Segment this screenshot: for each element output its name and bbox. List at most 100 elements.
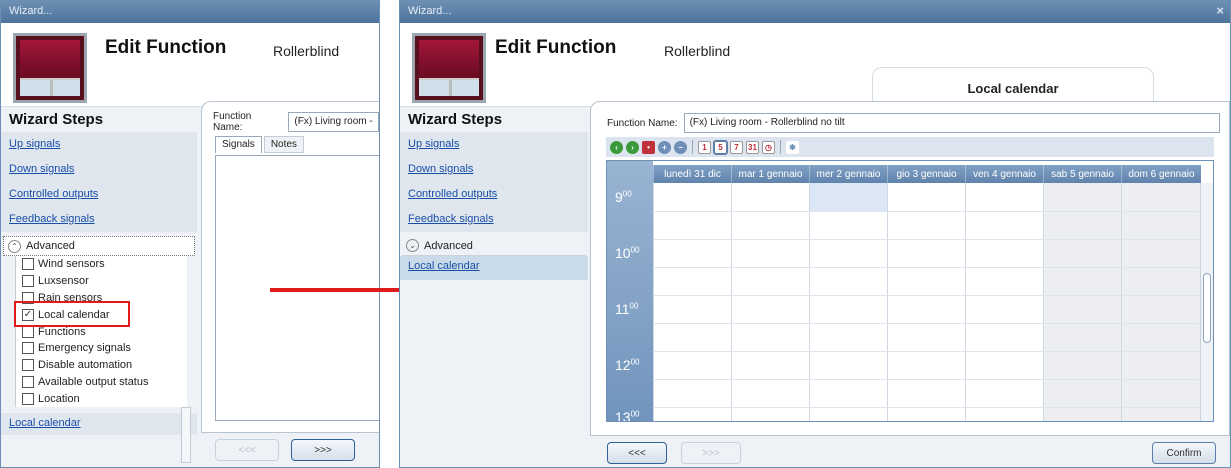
checkbox-icon[interactable] xyxy=(22,325,34,338)
next-button[interactable]: >>> xyxy=(681,442,741,464)
window-title: Wizard... xyxy=(408,5,452,17)
day-column[interactable] xyxy=(653,183,731,421)
function-tabs: Signals Notes xyxy=(215,136,304,153)
advanced-label: Advanced xyxy=(26,240,75,252)
day-column[interactable] xyxy=(965,183,1043,421)
step-up-signals[interactable]: Up signals xyxy=(1,132,197,157)
wizard-steps-title: Wizard Steps xyxy=(9,111,104,128)
step-feedback-signals[interactable]: Feedback signals xyxy=(400,207,588,232)
step-down-signals[interactable]: Down signals xyxy=(400,157,588,182)
function-name-label: Function Name: xyxy=(607,117,678,129)
checkbox-icon[interactable] xyxy=(22,392,34,405)
option-emergency-signals[interactable]: Emergency signals xyxy=(16,340,187,357)
page-title: Edit Function xyxy=(105,37,227,58)
day-header[interactable]: gio 3 gennaio xyxy=(887,165,965,183)
day-column[interactable] xyxy=(731,183,809,421)
advanced-toggle[interactable]: ⌃ Advanced xyxy=(3,236,195,256)
step-controlled-outputs[interactable]: Controlled outputs xyxy=(400,182,588,207)
zoom-out-icon[interactable]: − xyxy=(674,140,687,154)
wizard-steps-title: Wizard Steps xyxy=(408,111,503,128)
extra-step-row: Local calendar xyxy=(1,413,197,436)
week-view-icon[interactable]: 7 xyxy=(730,140,743,154)
function-header: Edit Function Rollerblind Local calendar xyxy=(400,23,1230,109)
day-view-icon[interactable]: 1 xyxy=(698,140,711,154)
wizard-steps-panel: Wizard Steps Up signals Down signals Con… xyxy=(400,107,588,467)
half-hour-line xyxy=(653,323,1199,324)
half-hour-line xyxy=(653,267,1199,268)
advanced-options-list: Wind sensors Luxsensor Rain sensors ✓ Loc… xyxy=(15,256,187,408)
chevron-up-icon: ⌃ xyxy=(8,239,21,253)
day-header[interactable]: sab 5 gennaio xyxy=(1043,165,1121,183)
option-label: Wind sensors xyxy=(38,258,105,271)
day-header[interactable]: ven 4 gennaio xyxy=(965,165,1043,183)
confirm-button[interactable]: Confirm xyxy=(1152,442,1216,464)
step-up-signals[interactable]: Up signals xyxy=(400,132,588,157)
day-column[interactable] xyxy=(887,183,965,421)
page-title: Edit Function xyxy=(495,37,617,58)
checkbox-icon[interactable] xyxy=(22,375,34,388)
next-button[interactable]: >>> xyxy=(291,439,355,461)
day-header[interactable]: dom 6 gennaio xyxy=(1121,165,1201,183)
step-local-calendar[interactable]: Local calendar xyxy=(9,417,189,429)
day-header[interactable]: mer 2 gennaio xyxy=(809,165,887,183)
function-header: Edit Function Rollerblind xyxy=(1,23,379,107)
window-titlebar: Wizard... × xyxy=(400,1,1230,23)
settings-icon[interactable]: ✱ xyxy=(786,140,799,154)
day-header[interactable]: mar 1 gennaio xyxy=(731,165,809,183)
selected-slot[interactable] xyxy=(810,183,887,211)
function-type: Rollerblind xyxy=(664,43,731,59)
tab-notes[interactable]: Notes xyxy=(263,136,304,153)
wizard-steps-list: Up signals Down signals Controlled outpu… xyxy=(400,132,588,232)
step-feedback-signals[interactable]: Feedback signals xyxy=(1,207,197,232)
close-icon[interactable]: × xyxy=(1216,3,1224,18)
hour-line xyxy=(653,295,1199,296)
step-down-signals[interactable]: Down signals xyxy=(1,157,197,182)
day-column-weekend[interactable] xyxy=(1043,183,1121,421)
zoom-in-icon[interactable]: + xyxy=(658,140,671,154)
option-label: Functions xyxy=(38,325,86,338)
next-icon[interactable]: › xyxy=(626,140,639,154)
checkbox-icon[interactable] xyxy=(22,342,34,355)
wizard-window-left: Wizard... Edit Function Rollerblind Wiza… xyxy=(0,0,380,468)
day-column-weekend[interactable] xyxy=(1121,183,1201,421)
hour-line xyxy=(653,351,1199,352)
steps-scrollbar[interactable] xyxy=(181,407,191,463)
timeline-view-icon[interactable]: ◷ xyxy=(762,140,775,154)
option-luxsensor[interactable]: Luxsensor xyxy=(16,273,187,290)
option-label: Available output status xyxy=(38,375,149,388)
rollerblind-icon xyxy=(412,33,486,103)
function-name-row: Function Name: (Fx) Living room - Roller… xyxy=(607,113,1220,133)
step-controlled-outputs[interactable]: Controlled outputs xyxy=(1,182,197,207)
workweek-view-icon[interactable]: 5 xyxy=(713,139,728,155)
day-column[interactable] xyxy=(809,183,887,421)
window-title: Wizard... xyxy=(9,5,53,17)
option-label: Location xyxy=(38,392,80,405)
checkbox-icon[interactable] xyxy=(22,359,34,372)
option-label: Emergency signals xyxy=(38,342,131,355)
scrollbar-thumb[interactable] xyxy=(1203,273,1211,343)
option-disable-automation[interactable]: Disable automation xyxy=(16,357,187,374)
option-location[interactable]: Location xyxy=(16,390,187,407)
function-name-row: Function Name: (Fx) Living room - xyxy=(213,111,379,133)
checkbox-icon[interactable] xyxy=(22,275,34,288)
option-available-output-status[interactable]: Available output status xyxy=(16,374,187,391)
calendar-scrollbar[interactable] xyxy=(1200,183,1213,421)
hour-label: 1200 xyxy=(615,357,640,373)
hour-label: 1000 xyxy=(615,245,640,261)
prev-button[interactable]: <<< xyxy=(215,439,279,461)
step-local-calendar[interactable]: Local calendar xyxy=(408,260,580,272)
month-view-icon[interactable]: 31 xyxy=(746,140,759,154)
checkbox-icon[interactable] xyxy=(22,258,34,271)
highlight-box xyxy=(14,301,130,327)
tab-signals[interactable]: Signals xyxy=(215,136,262,153)
active-step-row: Local calendar xyxy=(400,256,588,280)
day-header[interactable]: lunedì 31 dic xyxy=(653,165,731,183)
advanced-toggle[interactable]: ⌄ Advanced xyxy=(402,236,586,256)
previous-icon[interactable]: ‹ xyxy=(610,140,623,154)
function-name-input[interactable]: (Fx) Living room - xyxy=(288,112,379,132)
function-name-input[interactable]: (Fx) Living room - Rollerblind no tilt xyxy=(683,113,1220,133)
today-icon[interactable]: • xyxy=(642,140,655,154)
option-wind-sensors[interactable]: Wind sensors xyxy=(16,256,187,273)
prev-button[interactable]: <<< xyxy=(607,442,667,464)
time-column: 900 1000 1100 1200 1300 xyxy=(607,161,653,421)
